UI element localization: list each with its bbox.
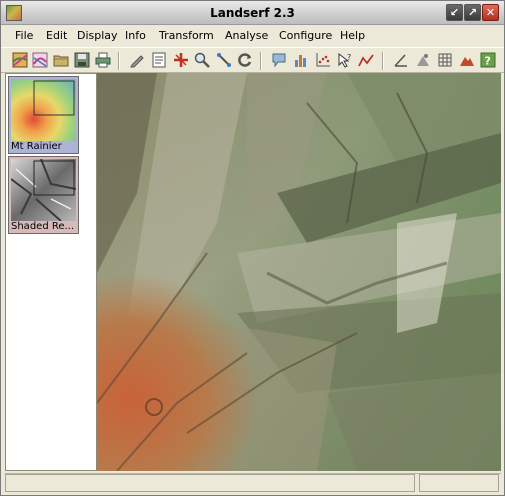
menu-analyse[interactable]: Analyse <box>225 29 268 42</box>
refresh-icon[interactable] <box>237 52 253 68</box>
query-cursor-icon[interactable]: ? <box>337 52 353 68</box>
grid-icon[interactable] <box>437 52 453 68</box>
cross-marker-icon[interactable] <box>173 52 189 68</box>
menu-info[interactable]: Info <box>125 29 146 42</box>
menu-transform[interactable]: Transform <box>159 29 214 42</box>
new-vector-icon[interactable] <box>32 52 48 68</box>
pencil-icon[interactable] <box>129 52 145 68</box>
minimize-button[interactable]: ↙ <box>446 4 463 21</box>
help-icon[interactable]: ? <box>480 52 496 68</box>
menu-display[interactable]: Display <box>77 29 118 42</box>
toolbar: ? ? <box>1 47 504 73</box>
shaded-relief-thumbnail <box>11 159 76 221</box>
angle-icon[interactable] <box>393 52 409 68</box>
bar-chart-icon[interactable] <box>293 52 309 68</box>
mountain-icon[interactable] <box>459 52 475 68</box>
status-coordinates <box>419 474 499 492</box>
print-icon[interactable] <box>95 52 111 68</box>
menu-bar: File Edit Display Info Transform Analyse… <box>1 26 504 46</box>
close-icon: ✕ <box>485 6 496 19</box>
toolbar-separator <box>118 52 120 70</box>
save-icon[interactable] <box>74 52 90 68</box>
scatter-plot-icon[interactable] <box>315 52 331 68</box>
menu-help[interactable]: Help <box>340 29 365 42</box>
title-bar[interactable]: Landserf 2.3 ↙ ↗ ✕ <box>1 1 504 25</box>
menu-file[interactable]: File <box>15 29 33 42</box>
layer-label: Shaded Re... <box>11 221 75 232</box>
pan-icon[interactable] <box>216 52 232 68</box>
layer-panel: Mt Rainier Shaded Re... <box>5 73 97 471</box>
terrain-render <box>97 73 501 471</box>
open-folder-icon[interactable] <box>53 52 69 68</box>
points-icon[interactable] <box>415 52 431 68</box>
new-raster-icon[interactable] <box>12 52 28 68</box>
status-message <box>5 474 415 492</box>
svg-text:?: ? <box>485 55 491 68</box>
menu-edit[interactable]: Edit <box>46 29 67 42</box>
menu-configure[interactable]: Configure <box>279 29 332 42</box>
window-title: Landserf 2.3 <box>210 6 295 20</box>
toolbar-separator <box>260 52 262 70</box>
layer-thumbnail-shaded-relief[interactable]: Shaded Re... <box>8 156 79 234</box>
layer-thumbnail-mt-rainier[interactable]: Mt Rainier <box>8 76 79 154</box>
line-graph-icon[interactable] <box>358 52 374 68</box>
svg-text:?: ? <box>347 53 351 62</box>
application-window: Landserf 2.3 ↙ ↗ ✕ File Edit Display Inf… <box>0 0 505 496</box>
speech-bubble-icon[interactable] <box>271 52 287 68</box>
text-edit-icon[interactable] <box>151 52 167 68</box>
elevation-thumbnail <box>11 79 76 141</box>
status-bar <box>5 473 501 493</box>
map-canvas[interactable] <box>97 73 501 471</box>
maximize-button[interactable]: ↗ <box>464 4 481 21</box>
toolbar-separator <box>382 52 384 70</box>
layer-label: Mt Rainier <box>11 141 62 152</box>
arrow-down-left-icon: ↙ <box>449 6 460 19</box>
arrow-up-right-icon: ↗ <box>467 6 478 19</box>
close-button[interactable]: ✕ <box>482 4 499 21</box>
zoom-icon[interactable] <box>194 52 210 68</box>
